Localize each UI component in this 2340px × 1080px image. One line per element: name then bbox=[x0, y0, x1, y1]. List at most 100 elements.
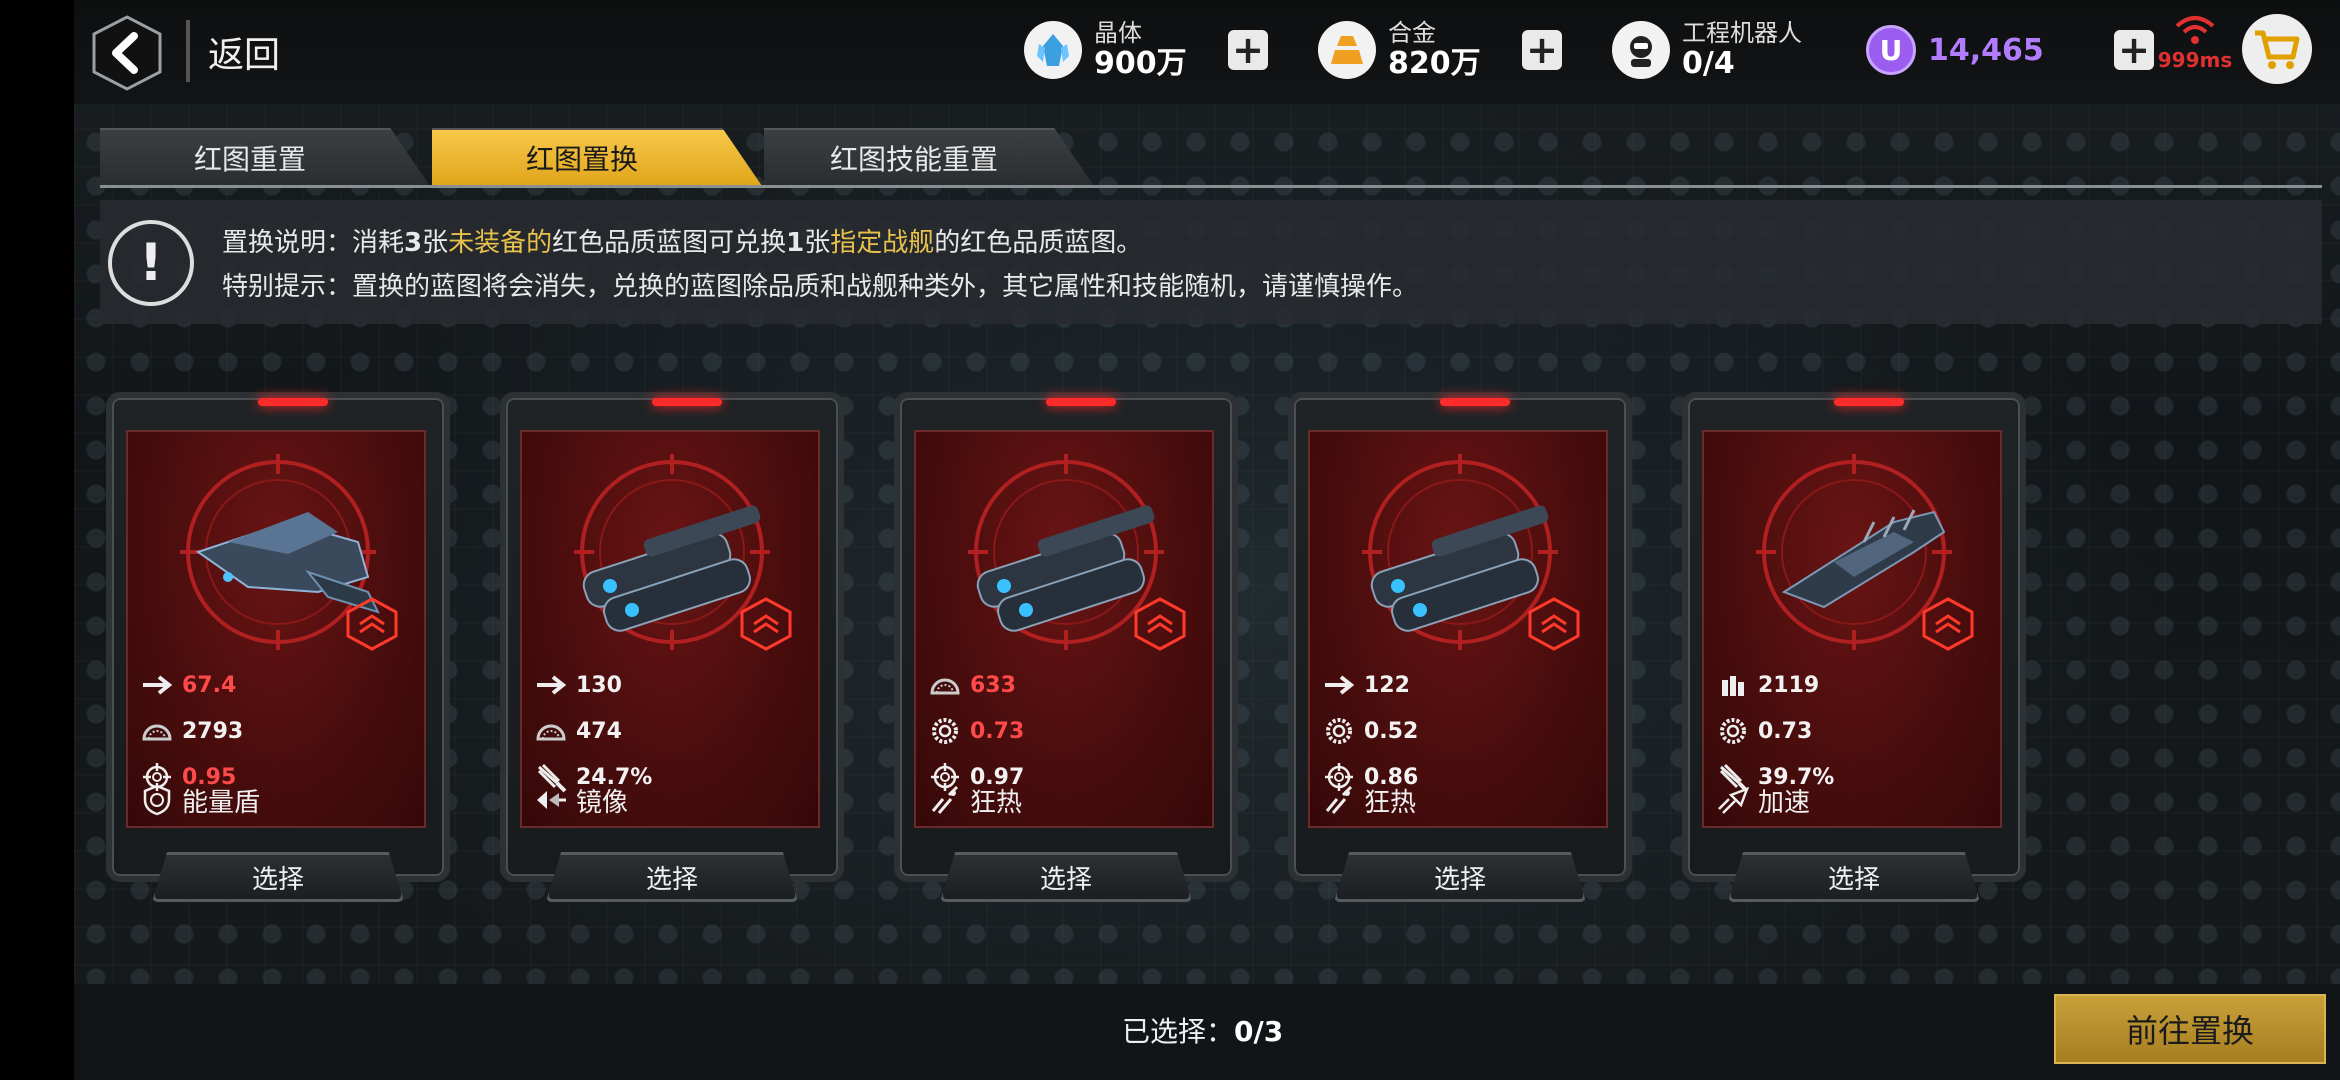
stat-value: 67.4 bbox=[182, 672, 237, 698]
status-light bbox=[258, 398, 328, 406]
add-crystal-button[interactable]: + bbox=[1228, 30, 1268, 70]
back-label[interactable]: 返回 bbox=[208, 26, 280, 78]
card-content: 130 474 24.7% 镜像 bbox=[520, 430, 820, 828]
resource-value: 820万 bbox=[1388, 45, 1481, 81]
blueprint-card[interactable]: 633 0.73 0.97 狂热 选择 bbox=[894, 392, 1238, 906]
divider bbox=[186, 20, 190, 82]
top-bar: 返回 晶体 900万 + 合金 820万 + 工程机器人 0/4 U 14,46… bbox=[74, 0, 2340, 104]
tab-label: 红图重置 bbox=[193, 143, 306, 176]
arrow-icon bbox=[534, 668, 568, 702]
go-exchange-button[interactable]: 前往置换 bbox=[2054, 994, 2326, 1064]
add-alloy-button[interactable]: + bbox=[1522, 30, 1562, 70]
dial-icon bbox=[928, 668, 962, 702]
network-status: 999ms bbox=[2150, 14, 2240, 72]
gear-icon bbox=[928, 714, 962, 748]
stat-value: 633 bbox=[970, 672, 1016, 698]
frenzy-icon bbox=[928, 783, 962, 817]
game-screen: 返回 晶体 900万 + 合金 820万 + 工程机器人 0/4 U 14,46… bbox=[74, 0, 2340, 1080]
stat-value: 474 bbox=[576, 718, 622, 744]
blueprint-card[interactable]: 122 0.52 0.86 狂热 选择 bbox=[1288, 392, 1632, 906]
text: 3 bbox=[404, 228, 423, 258]
card-content: 122 0.52 0.86 狂热 bbox=[1308, 430, 1608, 828]
resource-name: 晶体 bbox=[1094, 19, 1142, 48]
resource-name: 合金 bbox=[1388, 19, 1436, 48]
status-light bbox=[1440, 398, 1510, 406]
select-button[interactable]: 选择 bbox=[152, 852, 404, 902]
rank-chevron-icon bbox=[346, 597, 398, 651]
select-label: 选择 bbox=[1827, 864, 1880, 895]
tab-underline bbox=[100, 185, 2322, 188]
go-exchange-label: 前往置换 bbox=[2125, 1012, 2254, 1050]
skill-row: 狂热 bbox=[928, 782, 1022, 818]
select-label: 选择 bbox=[1433, 864, 1486, 895]
stat-row: 67.4 bbox=[140, 668, 236, 702]
resource-alloy: 合金 820万 bbox=[1318, 14, 1481, 86]
tab-bar: 红图重置 红图置换 红图技能重置 bbox=[100, 128, 2330, 186]
crystal-icon bbox=[1024, 21, 1082, 79]
selected-count: 已选择：0/3 bbox=[1122, 1010, 1283, 1050]
text: 的红色品质蓝图。 bbox=[934, 228, 1143, 258]
select-label: 选择 bbox=[1039, 864, 1092, 895]
stat-value: 0.52 bbox=[1364, 718, 1419, 744]
text: 置换说明：消耗 bbox=[222, 228, 405, 258]
skill-label: 能量盾 bbox=[182, 787, 261, 818]
gear-icon bbox=[1716, 714, 1750, 748]
ammo-icon bbox=[1716, 668, 1750, 702]
card-content: 633 0.73 0.97 狂热 bbox=[914, 430, 1214, 828]
stat-row: 122 bbox=[1322, 668, 1410, 702]
skill-label: 镜像 bbox=[576, 787, 629, 818]
info-panel: ! 置换说明：消耗3张未装备的红色品质蓝图可兑换1张指定战舰的红色品质蓝图。 特… bbox=[100, 200, 2322, 324]
back-arrow-icon bbox=[92, 15, 162, 91]
selected-value: 0/3 bbox=[1234, 1015, 1284, 1048]
rank-chevron-icon bbox=[1134, 597, 1186, 651]
exchange-description: 置换说明：消耗3张未装备的红色品质蓝图可兑换1张指定战舰的红色品质蓝图。 bbox=[222, 222, 1142, 259]
cart-icon bbox=[2255, 30, 2300, 69]
arrow-icon bbox=[1322, 668, 1356, 702]
stat-value: 2119 bbox=[1758, 672, 1820, 698]
u-coin-icon: U bbox=[1866, 25, 1916, 75]
dial-icon bbox=[534, 714, 568, 748]
stat-row: 130 bbox=[534, 668, 622, 702]
select-button[interactable]: 选择 bbox=[1334, 852, 1586, 902]
stat-row: 633 bbox=[928, 668, 1016, 702]
tab-red-skill-reset[interactable]: 红图技能重置 bbox=[764, 128, 1094, 186]
arrow-icon bbox=[140, 668, 174, 702]
back-button[interactable] bbox=[90, 14, 164, 92]
blueprint-card[interactable]: 67.4 2793 0.95 能量盾 选择 bbox=[106, 392, 450, 906]
text: 张 bbox=[422, 228, 449, 258]
select-label: 选择 bbox=[251, 864, 304, 895]
status-light bbox=[652, 398, 722, 406]
stat-row: 2793 bbox=[140, 714, 243, 748]
stat-value: 122 bbox=[1364, 672, 1410, 698]
tab-red-exchange[interactable]: 红图置换 bbox=[432, 128, 762, 186]
rank-chevron-icon bbox=[1528, 597, 1580, 651]
text: 红色品质蓝图可兑换 bbox=[552, 228, 787, 258]
boost-icon bbox=[1716, 783, 1750, 817]
status-light bbox=[1046, 398, 1116, 406]
gear-icon bbox=[1322, 714, 1356, 748]
skill-row: 能量盾 bbox=[140, 782, 260, 818]
highlight-text: 指定战舰 bbox=[830, 228, 935, 258]
ping-value: 999ms bbox=[2157, 48, 2233, 72]
currency-value: 14,465 bbox=[1928, 32, 2044, 68]
shop-cart-button[interactable] bbox=[2242, 14, 2312, 84]
stat-row: 0.73 bbox=[1716, 714, 1812, 748]
skill-label: 狂热 bbox=[970, 787, 1023, 818]
select-button[interactable]: 选择 bbox=[546, 852, 798, 902]
blueprint-card[interactable]: 2119 0.73 39.7% 加速 选择 bbox=[1682, 392, 2026, 906]
stat-value: 0.73 bbox=[970, 718, 1025, 744]
tab-label: 红图置换 bbox=[525, 143, 638, 176]
resource-name: 工程机器人 bbox=[1682, 19, 1802, 48]
add-currency-button[interactable]: + bbox=[2114, 30, 2154, 70]
skill-label: 加速 bbox=[1758, 787, 1811, 818]
rank-chevron-icon bbox=[740, 597, 792, 651]
tab-label: 红图技能重置 bbox=[829, 143, 998, 176]
select-button[interactable]: 选择 bbox=[940, 852, 1192, 902]
robot-icon bbox=[1612, 21, 1670, 79]
stat-value: 0.73 bbox=[1758, 718, 1813, 744]
blueprint-card[interactable]: 130 474 24.7% 镜像 选择 bbox=[500, 392, 844, 906]
select-button[interactable]: 选择 bbox=[1728, 852, 1980, 902]
stat-value: 2793 bbox=[182, 718, 244, 744]
tab-red-reset[interactable]: 红图重置 bbox=[100, 128, 430, 186]
highlight-text: 未装备的 bbox=[448, 228, 553, 258]
